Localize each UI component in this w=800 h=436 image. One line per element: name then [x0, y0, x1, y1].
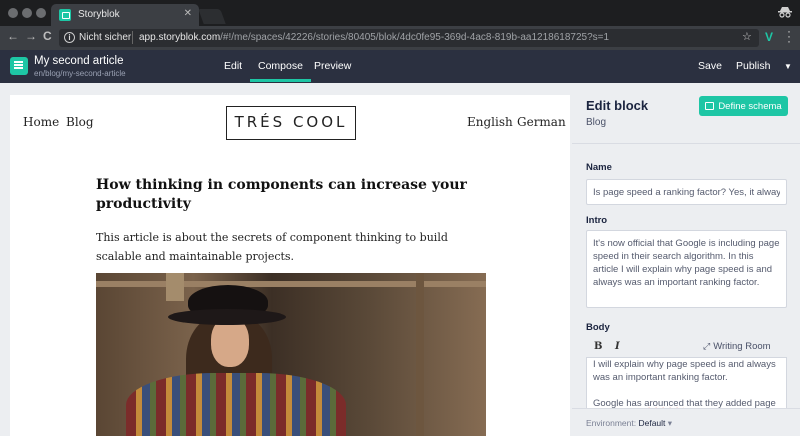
environment-label: Environment:	[586, 418, 637, 428]
photo-hat-brim	[168, 309, 286, 325]
bold-button[interactable]: B	[594, 341, 602, 352]
storyblok-favicon-icon	[59, 9, 71, 21]
article-hero-image[interactable]	[96, 273, 486, 436]
photo-sweater	[126, 373, 346, 436]
environment-caret-icon: ▾	[667, 418, 673, 428]
forward-icon[interactable]: →	[25, 29, 37, 43]
intro-textarea[interactable]: It's now official that Google is includi…	[586, 230, 787, 308]
photo-lamp	[166, 273, 184, 301]
define-schema-label: Define schema	[718, 100, 782, 112]
story-title: My second article	[34, 55, 124, 67]
site-nav-home[interactable]: Home	[23, 115, 59, 129]
name-input[interactable]	[586, 179, 787, 205]
site-logo[interactable]: TRÉS COOL	[226, 106, 356, 140]
tab-preview[interactable]: Preview	[314, 60, 351, 72]
photo-post	[416, 273, 424, 436]
body-line: I will explain why page speed is and alw…	[593, 359, 776, 370]
writing-room-label: Writing Room	[713, 341, 771, 352]
window-minimize-dot[interactable]	[22, 8, 32, 18]
security-indicator[interactable]: Nicht sicher	[79, 32, 131, 43]
extension-icon[interactable]: V	[765, 30, 773, 44]
back-icon[interactable]: ←	[7, 29, 19, 43]
preview-pane: Home Blog TRÉS COOL English German How t…	[10, 95, 570, 436]
storyblok-logo-icon[interactable]	[10, 57, 28, 75]
environment-selector[interactable]: Environment: Default ▾	[586, 418, 672, 429]
body-field-label: Body	[586, 322, 610, 333]
url-text[interactable]: app.storyblok.com/#!/me/spaces/42226/sto…	[139, 32, 609, 43]
browser-tab[interactable]: Storyblok ✕	[51, 4, 199, 26]
browser-toolbar: ← → C i Nicht sicher app.storyblok.com/#…	[0, 25, 800, 50]
address-bar[interactable]: i Nicht sicher app.storyblok.com/#!/me/s…	[59, 29, 759, 47]
publish-dropdown-caret-icon[interactable]: ▼	[784, 62, 792, 71]
site-nav-english[interactable]: English	[467, 115, 513, 129]
window-close-dot[interactable]	[8, 8, 18, 18]
storyblok-header: My second article en/blog/my-second-arti…	[0, 50, 800, 83]
tab-compose[interactable]: Compose	[250, 60, 311, 82]
article-title[interactable]: How thinking in components can increase …	[96, 176, 486, 214]
browser-tab-bar: Storyblok ✕	[0, 0, 800, 26]
panel-divider	[572, 143, 800, 144]
schema-icon	[705, 101, 715, 110]
reload-icon[interactable]: C	[43, 29, 52, 43]
address-separator	[132, 31, 133, 44]
writing-room-button[interactable]: ⤢ Writing Room	[703, 341, 771, 352]
site-nav-blog[interactable]: Blog	[66, 115, 94, 129]
url-path: /#!/me/spaces/42226/stories/80405/blok/4…	[220, 32, 610, 43]
publish-button[interactable]: Publish	[736, 60, 770, 72]
incognito-icon	[778, 6, 792, 21]
info-icon[interactable]: i	[64, 32, 75, 43]
name-field-label: Name	[586, 162, 612, 173]
tab-edit[interactable]: Edit	[224, 60, 242, 72]
italic-button[interactable]: I	[615, 341, 620, 352]
url-domain: app.storyblok.com	[139, 32, 221, 43]
body-paragraph-gap	[593, 384, 780, 397]
new-tab-button[interactable]	[198, 9, 226, 24]
tab-close-icon[interactable]: ✕	[184, 8, 192, 19]
environment-bar: Environment: Default ▾	[572, 408, 800, 436]
browser-menu-icon[interactable]: · · ·	[787, 25, 791, 47]
edit-block-panel: Edit block Blog Define schema Name Intro…	[572, 83, 800, 436]
define-schema-button[interactable]: Define schema	[699, 96, 788, 116]
panel-title: Edit block	[586, 98, 649, 113]
environment-value: Default	[638, 418, 666, 428]
story-slug: en/blog/my-second-article	[34, 69, 126, 78]
bookmark-star-icon[interactable]: ☆	[742, 30, 752, 43]
browser-tab-title: Storyblok	[78, 9, 120, 20]
expand-icon: ⤢	[703, 341, 711, 351]
photo-beam	[96, 281, 486, 287]
body-line: was an important ranking factor.	[593, 372, 728, 383]
site-nav-german[interactable]: German	[517, 115, 566, 129]
save-button[interactable]: Save	[698, 60, 722, 72]
article-intro[interactable]: This article is about the secrets of com…	[96, 228, 496, 266]
intro-field-label: Intro	[586, 215, 608, 226]
window-zoom-dot[interactable]	[36, 8, 46, 18]
panel-subtitle: Blog	[586, 117, 607, 128]
